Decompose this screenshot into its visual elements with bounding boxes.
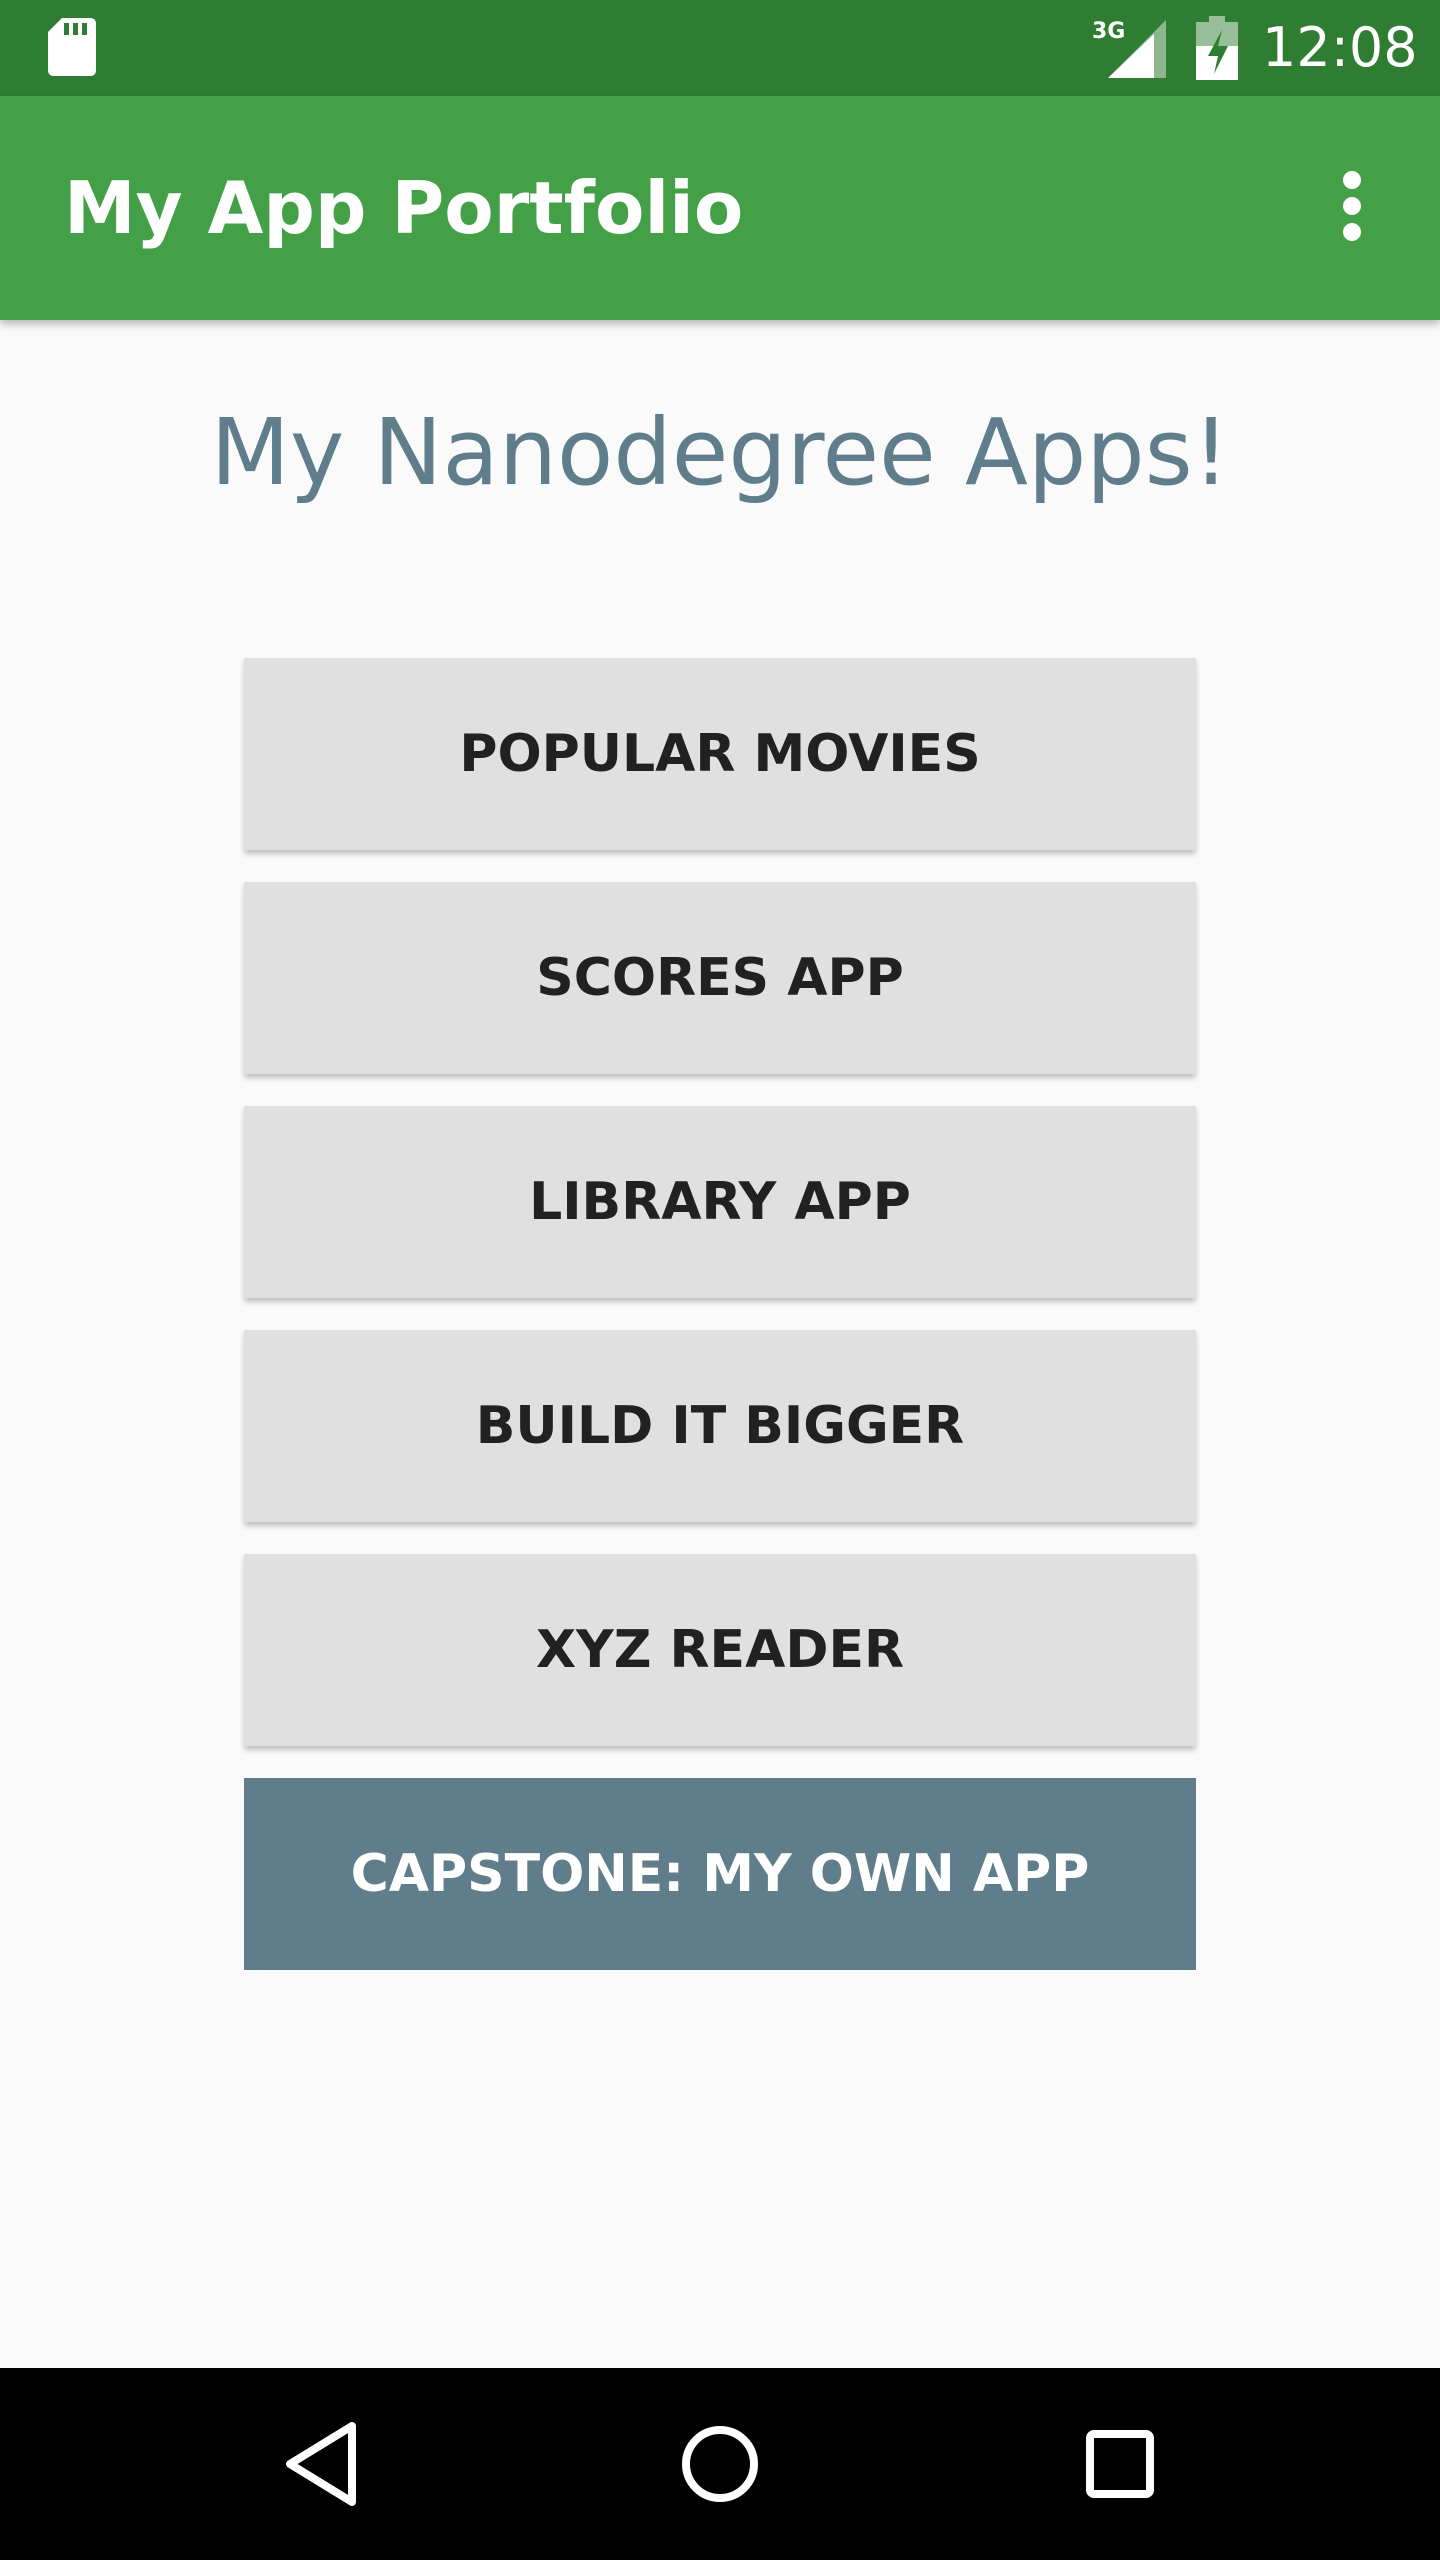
build-it-bigger-button[interactable]: BUILD IT BIGGER [244, 1330, 1196, 1522]
screen: 3G 12:08 My App Portfolio My Nanodegree … [0, 0, 1440, 2560]
app-bar: My App Portfolio [0, 96, 1440, 320]
library-app-button[interactable]: LIBRARY APP [244, 1106, 1196, 1298]
popular-movies-button[interactable]: POPULAR MOVIES [244, 658, 1196, 850]
signal-3g-icon: 3G [1092, 19, 1166, 78]
svg-text:3G: 3G [1092, 19, 1125, 44]
battery-charging-icon [1196, 16, 1238, 80]
back-icon[interactable] [260, 2408, 380, 2520]
status-bar: 3G 12:08 [0, 0, 1440, 96]
capstone-button[interactable]: CAPSTONE: MY OWN APP [244, 1778, 1196, 1970]
navigation-bar [0, 2368, 1440, 2560]
scores-app-button[interactable]: SCORES APP [244, 882, 1196, 1074]
recents-icon[interactable] [1060, 2408, 1180, 2520]
xyz-reader-button[interactable]: XYZ READER [244, 1554, 1196, 1746]
page-heading: My Nanodegree Apps! [210, 399, 1230, 506]
sd-card-icon [48, 18, 96, 76]
status-time: 12:08 [1262, 16, 1418, 79]
app-title: My App Portfolio [64, 166, 744, 250]
home-icon[interactable] [660, 2408, 780, 2520]
more-vert-icon[interactable] [1310, 158, 1390, 254]
